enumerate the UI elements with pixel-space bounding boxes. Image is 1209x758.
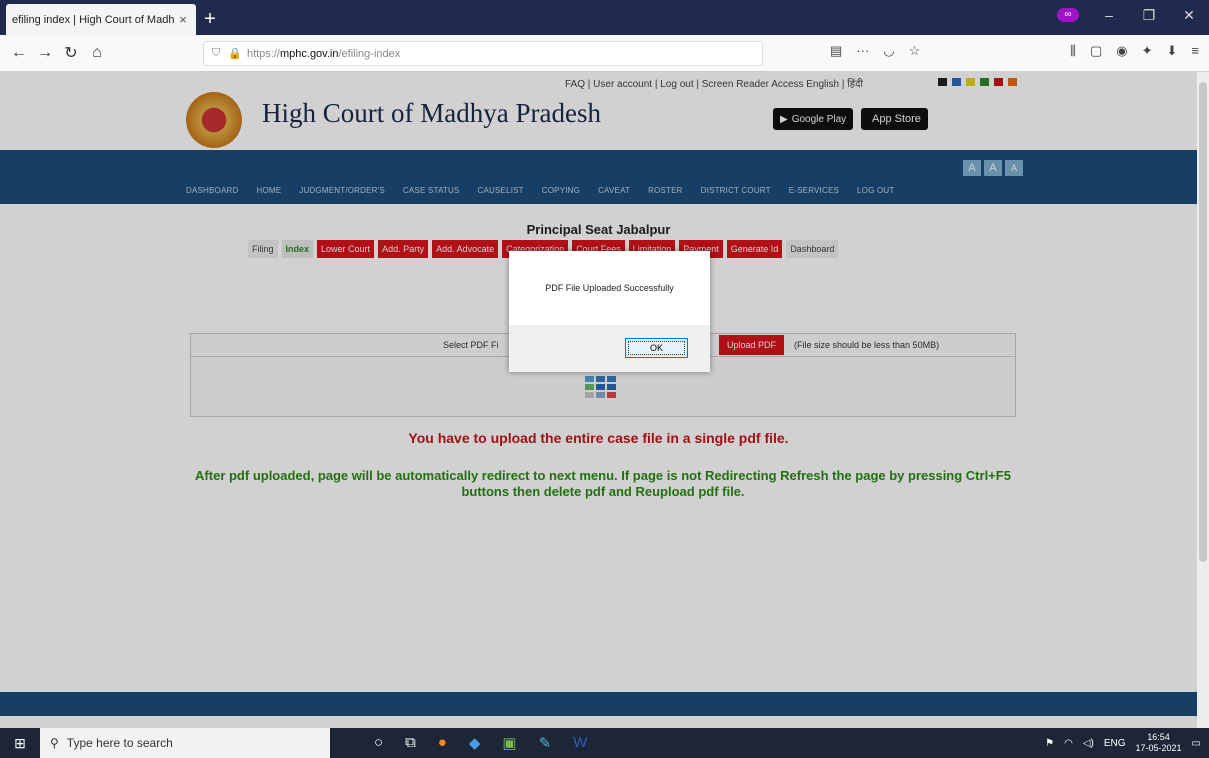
url-actions: ▤ ··· ◡ ☆	[830, 43, 920, 59]
sidebar-icon[interactable]: ▢	[1090, 43, 1102, 59]
maximize-icon[interactable]: ❐	[1129, 7, 1169, 24]
app-tool-icon[interactable]: ✎	[539, 734, 552, 752]
bookmark-star-icon[interactable]: ☆	[909, 43, 921, 59]
dialog-footer: OK	[509, 325, 710, 372]
extension-icon[interactable]: ✦	[1142, 43, 1153, 59]
clock[interactable]: 16:54 17-05-2021	[1136, 732, 1182, 754]
page-scrollbar[interactable]	[1197, 72, 1209, 728]
lock-icon: 🔒	[228, 48, 242, 60]
close-window-icon[interactable]: ✕	[1169, 7, 1209, 24]
alert-dialog: PDF File Uploaded Successfully OK	[509, 251, 710, 372]
app-cube-icon[interactable]: ◆	[469, 734, 481, 752]
pocket-icon[interactable]: ◡	[883, 43, 894, 59]
url-bar[interactable]: ⛉ 🔒 https://mphc.gov.in/efiling-index	[203, 41, 763, 66]
windows-start-icon[interactable]: ⊞	[0, 735, 40, 752]
private-mask-icon: ∞	[1057, 8, 1079, 22]
taskbar-search[interactable]: ⚲ Type here to search	[40, 728, 330, 758]
library-icon[interactable]: ⫼	[1070, 43, 1076, 59]
search-placeholder: Type here to search	[66, 736, 173, 750]
browser-nav-bar: ← → ↻ ⌂ ⛉ 🔒 https://mphc.gov.in/efiling-…	[0, 35, 1209, 72]
reader-view-icon[interactable]: ▤	[830, 43, 842, 59]
back-icon[interactable]: ←	[6, 44, 32, 62]
ok-button[interactable]: OK	[625, 338, 688, 358]
windows-taskbar: ⊞ ⚲ Type here to search ○ ⧉ ● ◆ ▣ ✎ W ⚑ …	[0, 728, 1209, 758]
search-icon: ⚲	[50, 736, 59, 750]
language-indicator[interactable]: ENG	[1104, 738, 1126, 749]
reload-icon[interactable]: ↻	[58, 43, 84, 63]
word-icon[interactable]: W	[573, 734, 587, 752]
pinned-apps: ○ ⧉ ● ◆ ▣ ✎ W	[374, 734, 587, 752]
download-icon[interactable]: ⬇	[1167, 43, 1178, 59]
task-view-icon[interactable]: ⧉	[405, 734, 416, 752]
url-domain: mphc.gov.in	[279, 47, 339, 60]
window-controls: ∞ – ❐ ✕	[1047, 0, 1209, 30]
modal-overlay	[0, 72, 1197, 728]
home-icon[interactable]: ⌂	[84, 44, 110, 62]
system-tray: ⚑ ◠ ◁) ENG 16:54 17-05-2021 ▭	[1045, 728, 1201, 758]
forward-icon[interactable]: →	[32, 44, 58, 62]
url-prefix: https://	[246, 47, 280, 60]
photos-icon[interactable]: ▣	[502, 734, 516, 752]
wifi-icon[interactable]: ◠	[1064, 738, 1073, 749]
tab-close-icon[interactable]: ×	[176, 12, 190, 27]
new-tab-button[interactable]: +	[196, 5, 224, 35]
scrollbar-thumb[interactable]	[1199, 82, 1207, 562]
toolbar-right: ⫼ ▢ ◉ ✦ ⬇ ≡	[1070, 43, 1199, 59]
menu-icon[interactable]: ≡	[1191, 43, 1199, 59]
url-path: /efiling-index	[338, 47, 401, 60]
tab-title: efiling index | High Court of Madh	[12, 13, 175, 26]
browser-tab[interactable]: efiling index | High Court of Madh ×	[6, 4, 196, 35]
shield-icon: ⛉	[212, 47, 221, 59]
cortana-icon[interactable]: ○	[374, 734, 383, 752]
more-actions-icon[interactable]: ···	[856, 43, 869, 59]
firefox-icon[interactable]: ●	[438, 734, 447, 752]
clock-date: 17-05-2021	[1135, 743, 1182, 753]
minimize-icon[interactable]: –	[1089, 7, 1129, 23]
notification-icon[interactable]: ▭	[1192, 738, 1201, 749]
clock-time: 16:54	[1147, 732, 1170, 742]
account-icon[interactable]: ◉	[1116, 43, 1127, 59]
dialog-message: PDF File Uploaded Successfully	[545, 283, 674, 293]
volume-icon[interactable]: ◁)	[1083, 738, 1094, 749]
network-icon[interactable]: ⚑	[1045, 738, 1054, 749]
browser-tab-bar: efiling index | High Court of Madh × + ∞…	[0, 0, 1209, 35]
